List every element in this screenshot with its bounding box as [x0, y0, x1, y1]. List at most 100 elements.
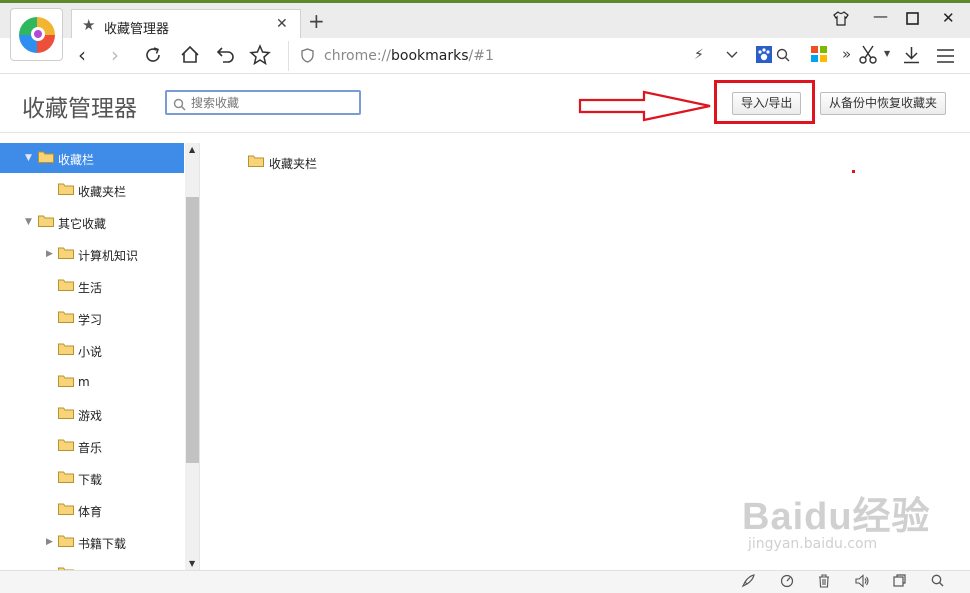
tree-item-books[interactable]: ▶ 书籍下载: [0, 527, 184, 557]
scrollbar-thumb[interactable]: [186, 197, 199, 463]
content-item-label: 收藏夹栏: [269, 157, 318, 171]
folder-open-icon: [38, 215, 54, 227]
scroll-down-icon[interactable]: ▼: [189, 559, 195, 568]
folder-icon: [58, 407, 74, 419]
status-bar: [0, 570, 970, 593]
expanded-arrow-icon[interactable]: ▼: [25, 153, 32, 163]
chevron-down-icon[interactable]: [726, 47, 738, 63]
folder-icon: [58, 183, 74, 195]
volume-icon[interactable]: [855, 574, 870, 592]
folder-tree: ▼ 收藏栏 收藏夹栏 ▼ 其它收藏 ▶ 计算机知识 生活 学习 小说 m 游戏 …: [0, 143, 200, 570]
scissors-icon[interactable]: [859, 45, 877, 69]
tree-item-m[interactable]: m: [0, 367, 184, 397]
new-tab-button[interactable]: +: [308, 11, 325, 31]
tree-item-label: 收藏栏: [58, 153, 95, 167]
tree-item-label: 收藏夹栏: [78, 185, 127, 199]
speed-icon[interactable]: [780, 574, 794, 592]
bookmark-manager-header: 收藏管理器 导入/导出 从备份中恢复收藏夹: [0, 75, 970, 133]
arrow-annotation: [578, 90, 711, 122]
page-title: 收藏管理器: [22, 96, 137, 122]
search-icon: [173, 96, 186, 115]
apps-icon[interactable]: [811, 46, 828, 67]
tree-item-life[interactable]: 生活: [0, 271, 184, 301]
folder-icon: [58, 247, 74, 259]
maximize-icon[interactable]: [906, 11, 919, 29]
search-input[interactable]: [191, 94, 351, 112]
dropdown-arrow-icon[interactable]: ▼: [884, 49, 890, 58]
window-icon[interactable]: [893, 574, 906, 591]
tree-item-label: 计算机知识: [78, 249, 139, 263]
close-tab-icon[interactable]: ✕: [276, 16, 288, 32]
tree-item-novel[interactable]: 小说: [0, 335, 184, 365]
baidu-watermark: Baidu经验 jingyan.baidu.com: [742, 485, 931, 552]
search-box[interactable]: [165, 90, 361, 115]
menu-icon[interactable]: [937, 48, 954, 67]
tree-item-download[interactable]: 下载: [0, 463, 184, 493]
browser-logo[interactable]: [10, 8, 63, 61]
tree-item-label: 游戏: [78, 409, 103, 423]
import-export-button[interactable]: 导入/导出: [732, 92, 802, 115]
tree-item-favorites-bar[interactable]: 收藏夹栏: [0, 175, 184, 205]
collapsed-arrow-icon[interactable]: ▶: [46, 537, 53, 547]
tree-item-computer[interactable]: ▶ 计算机知识: [0, 239, 184, 269]
folder-icon: [58, 375, 74, 387]
shirt-icon[interactable]: [833, 11, 849, 30]
address-bar[interactable]: chrome://bookmarks/#1 ⚡: [288, 41, 748, 71]
search-icon[interactable]: [776, 47, 790, 66]
tab-bookmarks[interactable]: ★ 收藏管理器 ✕: [71, 9, 301, 41]
tree-item-study[interactable]: 学习: [0, 303, 184, 333]
collapsed-arrow-icon[interactable]: ▶: [46, 249, 53, 259]
folder-icon: [248, 155, 264, 167]
restore-backup-button[interactable]: 从备份中恢复收藏夹: [820, 92, 947, 115]
undo-button[interactable]: [216, 45, 236, 69]
tree-item-label: 体育: [78, 505, 103, 519]
scroll-up-icon[interactable]: ▲: [189, 145, 195, 154]
home-button[interactable]: [180, 45, 200, 68]
rocket-icon[interactable]: [741, 574, 755, 592]
lightning-icon[interactable]: ⚡: [694, 47, 704, 63]
paw-icon[interactable]: [756, 46, 772, 67]
forward-button[interactable]: ›: [111, 44, 119, 66]
url-text: chrome://bookmarks/#1: [324, 48, 494, 64]
folder-icon: [58, 439, 74, 451]
tree-item-label: 学习: [78, 313, 103, 327]
tab-bar: ★ 收藏管理器 ✕ + — ✕: [0, 0, 970, 41]
folder-open-icon: [38, 151, 54, 163]
folder-icon: [58, 535, 74, 547]
star-icon: ★: [82, 16, 96, 34]
folder-icon: [58, 503, 74, 515]
tree-item-label: 下载: [78, 473, 103, 487]
tree-item-label: 小说: [78, 345, 103, 359]
tree-item-label: 生活: [78, 281, 103, 295]
watermark-brand: Baidu经验: [742, 496, 931, 538]
folder-icon: [58, 343, 74, 355]
tree-item-partial[interactable]: [0, 559, 184, 570]
download-icon[interactable]: [903, 46, 920, 68]
folder-icon: [58, 311, 74, 323]
reload-button[interactable]: [143, 45, 163, 69]
zoom-icon[interactable]: [931, 574, 944, 591]
folder-icon: [58, 279, 74, 291]
star-favorite-button[interactable]: [249, 44, 271, 70]
trash-icon[interactable]: [818, 574, 830, 592]
tree-item-other-bookmarks[interactable]: ▼ 其它收藏: [0, 207, 184, 237]
close-window-icon[interactable]: ✕: [942, 9, 955, 27]
tree-item-label: 其它收藏: [58, 217, 107, 231]
back-button[interactable]: ‹: [78, 44, 86, 66]
tab-title: 收藏管理器: [104, 22, 170, 37]
tree-scrollbar[interactable]: ▲ ▼: [185, 143, 199, 570]
tree-item-label: 书籍下载: [78, 537, 127, 551]
tree-item-sports[interactable]: 体育: [0, 495, 184, 525]
folder-icon: [58, 471, 74, 483]
toolbar: ‹ › chrome://bookmarks/#1 ⚡ » ▼: [0, 38, 970, 74]
tree-item-music[interactable]: 音乐: [0, 431, 184, 461]
tree-item-bookmarks-bar[interactable]: ▼ 收藏栏: [0, 143, 184, 173]
red-dot-mark: [852, 170, 855, 173]
tree-item-label: 音乐: [78, 441, 103, 455]
minimize-icon[interactable]: —: [873, 7, 888, 25]
tree-item-games[interactable]: 游戏: [0, 399, 184, 429]
expanded-arrow-icon[interactable]: ▼: [25, 217, 32, 227]
more-extensions-icon[interactable]: »: [842, 45, 851, 63]
tree-item-label: m: [78, 375, 90, 389]
shield-icon: [301, 48, 314, 67]
